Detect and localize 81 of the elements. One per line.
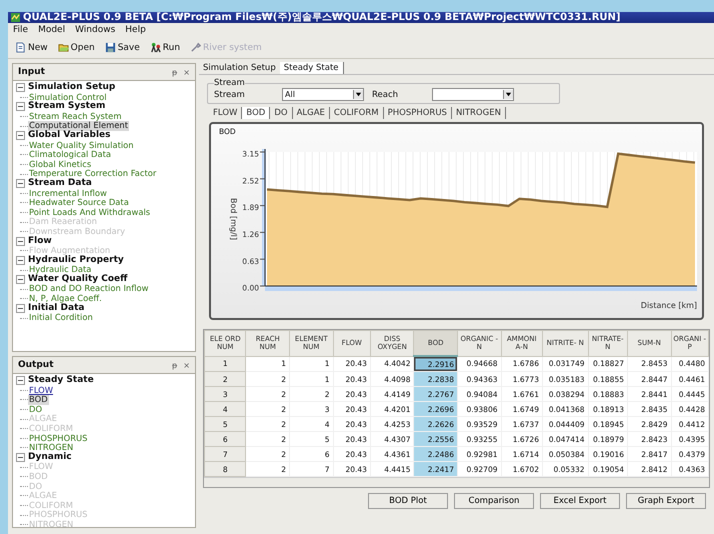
folder-icon	[58, 42, 69, 53]
pin-button[interactable]: ᵽ	[172, 360, 178, 370]
tree-item[interactable]: Hydraulic Data	[28, 265, 92, 275]
reach-dropdown[interactable]	[432, 88, 514, 101]
y-axis-title: Bod [mg/l]	[229, 198, 238, 240]
tree-group[interactable]: Stream Data	[28, 178, 92, 189]
result-tab[interactable]: NITROGEN	[452, 107, 506, 119]
result-tab[interactable]: ALGAE	[292, 107, 330, 119]
toolbar-button[interactable]: New	[11, 41, 52, 54]
tree-item[interactable]: Simulation Control	[28, 92, 108, 102]
tree-item[interactable]: Global Kinetics	[28, 160, 92, 170]
tree-group[interactable]: Steady State	[28, 376, 94, 386]
toolbar-button[interactable]: Run	[146, 41, 184, 54]
window-title: QUAL2E-PLUS 0.9 BETA [C:₩Program Files₩(주)엠솔루스₩QUAL2E-PLUS 0.9 BETA₩Project₩WTC0331.RUN]	[23, 12, 620, 23]
tree-item[interactable]: BOD	[28, 395, 49, 405]
tree-group[interactable]: Stream System	[28, 102, 106, 112]
toolbar-button[interactable]: Open	[54, 41, 99, 54]
action-button[interactable]: Comparison	[454, 493, 534, 509]
tree-group[interactable]: Hydraulic Property	[28, 256, 124, 266]
tree-item[interactable]: Initial Cordition	[28, 313, 94, 323]
collapse-icon[interactable]	[16, 83, 25, 92]
tree-group[interactable]: Initial Data	[28, 304, 84, 314]
action-button[interactable]: BOD Plot	[368, 493, 448, 509]
action-button[interactable]: Graph Export	[626, 493, 706, 509]
tree-item[interactable]: Climatological Data	[28, 150, 112, 160]
collapse-icon[interactable]	[16, 256, 25, 265]
collapse-icon[interactable]	[16, 179, 25, 188]
toolbar-button[interactable]: Save	[100, 41, 144, 54]
collapse-icon[interactable]	[16, 102, 25, 112]
document-tab[interactable]: Steady State	[280, 62, 344, 74]
dropdown-arrow-icon	[353, 90, 363, 99]
panel-title: Input	[18, 67, 46, 77]
tree-item[interactable]: Point Loads And Withdrawals	[28, 208, 152, 218]
result-tab[interactable]: BOD	[242, 107, 270, 119]
tree-group[interactable]: Water Quality Coeff	[28, 274, 128, 284]
tree-group[interactable]: Flow	[28, 236, 52, 246]
document-tab[interactable]: Simulation Setup	[199, 62, 280, 74]
group-title: Stream	[214, 78, 245, 88]
tree-item[interactable]: Incremental Inflow	[28, 188, 108, 198]
collapse-icon[interactable]	[16, 453, 25, 462]
menu-item[interactable]: Windows	[75, 25, 116, 35]
tree-item[interactable]: Water Quality Simulation	[28, 140, 135, 150]
action-button[interactable]: Excel Export	[540, 493, 620, 509]
collapse-icon[interactable]	[16, 376, 25, 386]
result-tab[interactable]: DO	[270, 107, 293, 119]
horizontal-scrollbar[interactable]	[204, 477, 709, 487]
close-button[interactable]: ×	[183, 360, 190, 370]
tree-item[interactable]: NITROGEN	[28, 443, 74, 453]
tree-item[interactable]: PHOSPHORUS	[28, 434, 88, 444]
x-axis-title: Distance [km]	[640, 301, 697, 310]
tree-item[interactable]: Headwater Source Data	[28, 198, 130, 208]
menu-item[interactable]: Help	[125, 25, 146, 35]
field-label: Reach	[372, 90, 400, 100]
tree-item[interactable]: Stream Reach System	[28, 112, 122, 122]
collapse-icon[interactable]	[16, 304, 25, 313]
figures-icon	[150, 42, 161, 53]
collapse-icon[interactable]	[16, 236, 25, 246]
tree-item[interactable]: N, P, Algae Coeff.	[28, 294, 103, 304]
tree-group[interactable]: Global Variables	[28, 130, 111, 141]
stream-dropdown[interactable]: All	[282, 88, 364, 101]
menu-item[interactable]: Model	[38, 25, 66, 35]
document-icon	[15, 42, 26, 53]
panel-title: Output	[18, 360, 55, 370]
tree-item[interactable]: BOD and DO Reaction Inflow	[28, 284, 150, 294]
result-tab[interactable]: PHOSPHORUS	[384, 107, 452, 119]
menu-item[interactable]: File	[13, 25, 28, 35]
app-icon	[11, 13, 20, 22]
tree-item[interactable]: Computational Element	[28, 121, 130, 131]
dropdown-arrow-icon	[503, 90, 513, 99]
pin-button[interactable]: ᵽ	[172, 68, 178, 76]
field-label: Stream	[214, 90, 246, 100]
tree-item[interactable]: FLOW	[28, 386, 54, 396]
collapse-icon[interactable]	[16, 275, 25, 284]
tree-group[interactable]: Simulation Setup	[28, 83, 116, 93]
tree-group[interactable]: Dynamic	[28, 452, 72, 462]
tree-item[interactable]: DO	[28, 404, 44, 414]
close-button[interactable]: ×	[183, 68, 190, 76]
tree-item[interactable]: Temperature Correction Factor	[28, 169, 158, 179]
collapse-icon[interactable]	[16, 131, 25, 140]
wrench-icon	[190, 42, 202, 53]
result-tab[interactable]: COLIFORM	[330, 107, 384, 119]
